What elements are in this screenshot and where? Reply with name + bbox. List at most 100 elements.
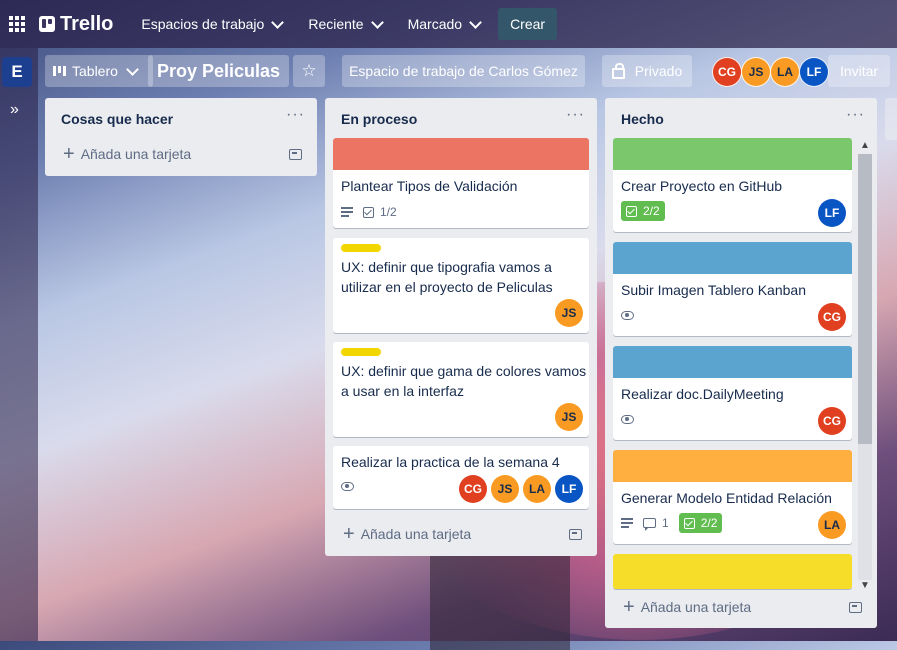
list-todo: Cosas que hacer ··· + Añada una tarjeta: [45, 98, 317, 176]
add-card-button[interactable]: + Añada una tarjeta: [63, 144, 191, 164]
card-title: UX: definir que tipografia vamos a utili…: [341, 257, 553, 297]
add-card-label: Añada una tarjeta: [640, 599, 752, 615]
scroll-down-icon[interactable]: ▼: [860, 580, 870, 591]
description-icon: [621, 518, 633, 528]
card-members: CG: [818, 407, 846, 435]
watch-icon: [621, 415, 634, 424]
nav-starred-label: Marcado: [407, 16, 463, 32]
avatar[interactable]: CG: [712, 57, 742, 87]
list-scrollbar[interactable]: ▲ ▼: [857, 140, 872, 593]
card-cover: [613, 138, 852, 170]
card[interactable]: Realizar doc.DailyMeeting CG: [613, 346, 852, 440]
board-title[interactable]: Proy Peliculas: [148, 55, 289, 87]
expand-sidebar-icon[interactable]: »: [10, 101, 19, 119]
avatar[interactable]: LF: [818, 199, 846, 227]
create-button[interactable]: Crear: [498, 8, 558, 40]
card[interactable]: Plantear Tipos de Validación 1/2: [333, 138, 589, 228]
top-navigation-bar: Trello Espacios de trabajo Reciente Marc…: [0, 0, 897, 48]
plus-icon: +: [343, 523, 355, 545]
comment-count: 1: [662, 516, 669, 530]
apps-switcher-button[interactable]: [0, 7, 34, 41]
list-done: Hecho ··· Crear Proyecto en GitHub 2/2 L…: [605, 98, 877, 628]
card-title-line: a usar en la interfaz: [341, 383, 464, 399]
nav-recent-menu[interactable]: Reciente: [298, 8, 391, 40]
star-board-button[interactable]: ☆: [293, 55, 325, 87]
card-cover: [613, 346, 852, 378]
board-view-icon: [53, 66, 66, 76]
card[interactable]: Subir Imagen Tablero Kanban CG: [613, 242, 852, 336]
list-title[interactable]: Cosas que hacer: [61, 111, 173, 127]
nav-starred-menu[interactable]: Marcado: [398, 8, 490, 40]
nav-workspaces-label: Espacios de trabajo: [141, 16, 265, 32]
avatar[interactable]: JS: [741, 57, 771, 87]
nav-workspaces-menu[interactable]: Espacios de trabajo: [131, 8, 292, 40]
list-menu-button[interactable]: ···: [566, 106, 585, 124]
card-badges: 2/2: [621, 201, 665, 221]
card-cover: [613, 554, 852, 589]
card-badges: [341, 482, 362, 491]
card-badges: 1/2: [341, 205, 397, 219]
workspace-name-button[interactable]: Espacio de trabajo de Carlos Gómez: [342, 55, 585, 87]
checklist-count: 2/2: [700, 516, 718, 530]
card[interactable]: UX: definir que gama de colores vamos a …: [333, 342, 589, 437]
card-title: UX: definir que gama de colores vamos a …: [341, 361, 586, 401]
card-members: JS: [555, 299, 583, 327]
card-title: Subir Imagen Tablero Kanban: [621, 282, 806, 298]
card-title: Plantear Tipos de Validación: [341, 178, 518, 194]
board-view-switcher[interactable]: Tablero: [45, 55, 153, 87]
card-members: LF: [818, 199, 846, 227]
nav-recent-label: Reciente: [308, 16, 364, 32]
card[interactable]: [613, 554, 852, 589]
avatar[interactable]: LF: [555, 475, 583, 503]
avatar[interactable]: LA: [818, 511, 846, 539]
description-icon: [341, 207, 353, 217]
add-card-label: Añada una tarjeta: [80, 146, 192, 162]
avatar[interactable]: JS: [491, 475, 519, 503]
card-cover: [613, 450, 852, 482]
list-title[interactable]: En proceso: [341, 111, 417, 127]
card[interactable]: Realizar la practica de la semana 4 CG J…: [333, 446, 589, 509]
card-label[interactable]: [341, 244, 381, 252]
trello-logo[interactable]: Trello: [39, 13, 113, 36]
add-card-button[interactable]: + Añada una tarjeta: [343, 524, 471, 544]
card-title-line: UX: definir que gama de colores vamos: [341, 363, 587, 379]
card-title-line: utilizar en el proyecto de Peliculas: [341, 279, 553, 295]
card-label[interactable]: [341, 348, 381, 356]
workspace-badge[interactable]: E: [2, 57, 32, 87]
card-template-icon[interactable]: [289, 149, 302, 160]
card[interactable]: Generar Modelo Entidad Relación 1 2/2 LA: [613, 450, 852, 544]
list-title[interactable]: Hecho: [621, 111, 664, 127]
plus-icon: +: [63, 143, 75, 165]
card[interactable]: UX: definir que tipografia vamos a utili…: [333, 238, 589, 333]
avatar[interactable]: JS: [555, 403, 583, 431]
chevron-down-icon: [126, 62, 139, 76]
list-menu-button[interactable]: ···: [286, 106, 305, 124]
avatar[interactable]: LA: [770, 57, 800, 87]
list-menu-button[interactable]: ···: [846, 106, 865, 124]
avatar[interactable]: CG: [818, 407, 846, 435]
add-card-button[interactable]: + Añada una tarjeta: [623, 597, 751, 617]
chevron-down-icon: [469, 15, 482, 29]
avatar[interactable]: CG: [818, 303, 846, 331]
add-card-label: Añada una tarjeta: [360, 526, 472, 542]
add-list-partial[interactable]: [885, 98, 897, 140]
card-members: LA: [818, 511, 846, 539]
card-template-icon[interactable]: [849, 602, 862, 613]
avatar[interactable]: LF: [799, 57, 829, 87]
scrollbar-thumb[interactable]: [858, 154, 872, 444]
card[interactable]: Crear Proyecto en GitHub 2/2 LF: [613, 138, 852, 232]
workspace-sidebar-collapsed: [0, 48, 38, 641]
checklist-count: 2/2: [643, 204, 660, 218]
avatar[interactable]: CG: [459, 475, 487, 503]
card-template-icon[interactable]: [569, 529, 582, 540]
star-icon: ☆: [301, 61, 317, 80]
visibility-button[interactable]: Privado: [602, 55, 692, 87]
list-in-progress: En proceso ··· Plantear Tipos de Validac…: [325, 98, 597, 556]
avatar[interactable]: LA: [523, 475, 551, 503]
scroll-up-icon[interactable]: ▲: [860, 140, 870, 151]
checklist-count: 1/2: [380, 205, 397, 219]
checklist-icon: [626, 205, 637, 217]
checklist-icon: [363, 206, 374, 218]
invite-button[interactable]: Invitar: [828, 55, 890, 87]
avatar[interactable]: JS: [555, 299, 583, 327]
